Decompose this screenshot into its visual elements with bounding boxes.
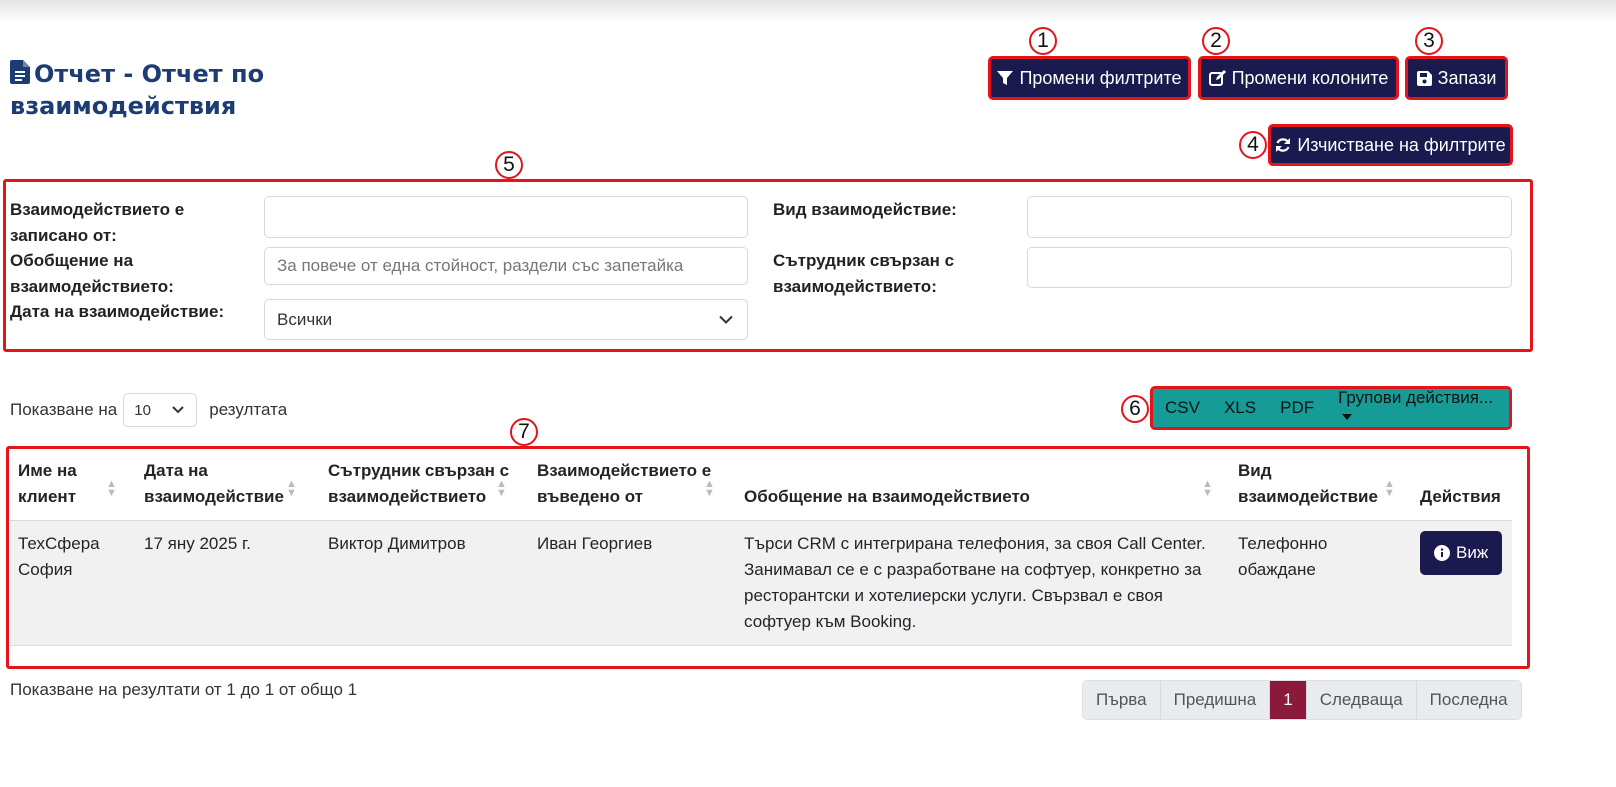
summary-input[interactable]: За повече от една стойност, раздели със … xyxy=(264,247,748,285)
xls-button[interactable]: XLS xyxy=(1212,398,1268,418)
table-header-row: Име на клиент ▲ ▼ Дата на взаимодействие ▲ ▼… xyxy=(10,450,1512,521)
employee-input[interactable] xyxy=(1027,247,1512,288)
date-select[interactable]: Всички xyxy=(264,299,748,340)
cell-entered-by: Иван Георгиев xyxy=(529,520,736,646)
cell-summary: Търси CRM с интегрирана телефония, за св… xyxy=(736,520,1230,646)
annotation-marker-5: 5 xyxy=(495,151,523,179)
annotation-marker-7: 7 xyxy=(510,418,538,446)
column-header-type[interactable]: Вид взаимодействие ▲ ▼ xyxy=(1230,450,1412,521)
edit-icon xyxy=(1208,69,1226,86)
csv-button[interactable]: CSV xyxy=(1153,398,1212,418)
employee-label: Сътрудник свързан с взаимодействието: xyxy=(773,251,955,296)
page-title-text: Отчет - Отчет по взаимодействия xyxy=(10,60,265,120)
view-button[interactable]: Виж xyxy=(1420,531,1503,575)
sort-icon: ▲ ▼ xyxy=(1202,478,1213,499)
annotation-marker-4: 4 xyxy=(1239,131,1267,159)
cell-type: Телефонно обаждане xyxy=(1230,520,1412,646)
export-toolbar: CSV XLS PDF Групови действия... xyxy=(1150,386,1512,430)
refresh-icon xyxy=(1276,138,1291,152)
recorded-by-label: Взаимодействието е записано от: xyxy=(10,200,185,245)
change-columns-label: Промени колоните xyxy=(1231,67,1389,88)
info-icon xyxy=(1434,545,1450,561)
column-header-entered-by[interactable]: Взаимодействието е въведено от ▲ ▼ xyxy=(529,450,736,521)
change-columns-button[interactable]: Промени колоните xyxy=(1198,56,1399,100)
change-filters-button[interactable]: Промени филтрите xyxy=(988,56,1191,100)
table-row: ТехСфера София 17 яну 2025 г. Виктор Дим… xyxy=(10,520,1512,646)
show-suffix: резултата xyxy=(209,400,288,419)
document-icon xyxy=(10,60,30,84)
column-header-actions: Действия xyxy=(1412,450,1512,521)
chevron-down-icon xyxy=(719,315,733,324)
date-select-value: Всички xyxy=(277,309,333,329)
caret-down-icon xyxy=(1342,414,1353,420)
bulk-actions-dropdown[interactable]: Групови действия... xyxy=(1326,388,1509,428)
interactions-table: Име на клиент ▲ ▼ Дата на взаимодействие ▲ ▼… xyxy=(10,450,1512,646)
clear-filters-button[interactable]: Изчистване на филтрите xyxy=(1268,124,1513,166)
column-header-summary[interactable]: Обобщение на взаимодействието ▲ ▼ xyxy=(736,450,1230,521)
bulk-actions-label: Групови действия... xyxy=(1338,388,1494,407)
pagination-page-1[interactable]: 1 xyxy=(1270,681,1307,719)
filter-icon xyxy=(997,71,1014,85)
page-size-control: Показване на 10 резултата xyxy=(10,393,287,427)
sort-icon: ▲ ▼ xyxy=(286,478,297,499)
view-button-label: Виж xyxy=(1456,543,1489,562)
change-filters-label: Промени филтрите xyxy=(1019,67,1182,88)
annotation-marker-1: 1 xyxy=(1029,27,1057,55)
sort-icon: ▲ ▼ xyxy=(496,478,507,499)
summary-label: Обобщение на взаимодействието: xyxy=(10,251,174,296)
sort-icon: ▲ ▼ xyxy=(106,478,117,499)
pagination-prev[interactable]: Предишна xyxy=(1160,681,1271,719)
column-header-date[interactable]: Дата на взаимодействие ▲ ▼ xyxy=(136,450,320,521)
recorded-by-input[interactable] xyxy=(264,196,748,238)
top-bar xyxy=(0,0,1616,22)
page-size-select[interactable]: 10 xyxy=(123,393,198,427)
show-prefix: Показване на xyxy=(10,400,118,419)
save-icon xyxy=(1416,70,1432,86)
pagination-last[interactable]: Последна xyxy=(1416,681,1521,719)
page-size-value: 10 xyxy=(134,401,151,419)
cell-date: 17 яну 2025 г. xyxy=(136,520,320,646)
column-header-client[interactable]: Име на клиент ▲ ▼ xyxy=(10,450,136,521)
pdf-button[interactable]: PDF xyxy=(1268,398,1326,418)
save-button[interactable]: Запази xyxy=(1405,56,1508,100)
annotation-marker-6: 6 xyxy=(1121,395,1149,423)
pagination-next[interactable]: Следваща xyxy=(1306,681,1417,719)
clear-filters-label: Изчистване на филтрите xyxy=(1297,134,1506,155)
cell-actions: Виж xyxy=(1412,520,1512,646)
pagination-first[interactable]: Първа xyxy=(1083,681,1161,719)
chevron-down-icon xyxy=(172,406,184,414)
pagination: Първа Предишна 1 Следваща Последна xyxy=(1082,680,1522,720)
column-header-employee[interactable]: Сътрудник свързан с взаимодействието ▲ ▼ xyxy=(320,450,529,521)
sort-icon: ▲ ▼ xyxy=(704,478,715,499)
type-input[interactable] xyxy=(1027,196,1512,238)
save-label: Запази xyxy=(1437,67,1497,88)
annotation-marker-2: 2 xyxy=(1202,27,1230,55)
cell-client: ТехСфера София xyxy=(10,520,136,646)
sort-icon: ▲ ▼ xyxy=(1384,478,1395,499)
date-label: Дата на взаимодействие: xyxy=(10,302,225,321)
results-info: Показване на резултати от 1 до 1 от общо… xyxy=(10,680,358,699)
annotation-marker-3: 3 xyxy=(1415,27,1443,55)
type-label: Вид взаимодействие: xyxy=(773,200,957,219)
page-title: Отчет - Отчет по взаимодействия xyxy=(10,58,370,122)
cell-employee: Виктор Димитров xyxy=(320,520,529,646)
